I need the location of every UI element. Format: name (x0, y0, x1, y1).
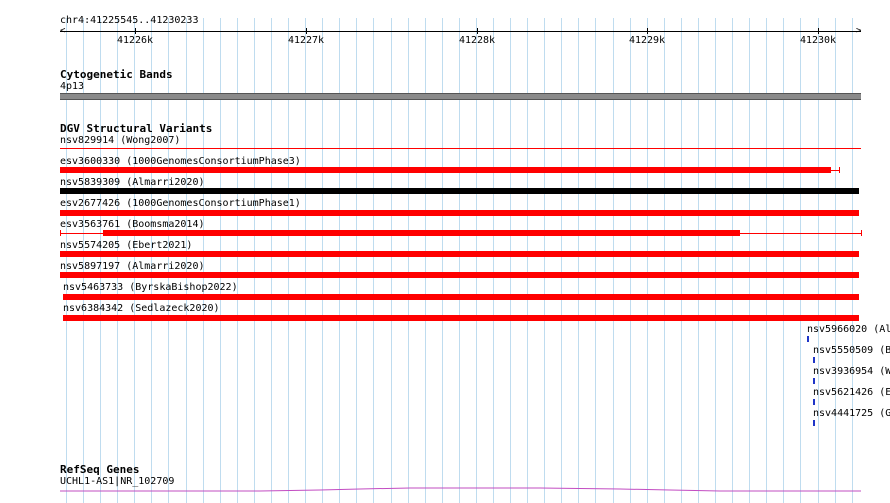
variant-label: esv2677426 (1000GenomesConsortiumPhase1) (60, 198, 301, 209)
ruler-tick-label: 41229k (628, 35, 666, 46)
cytoband-feature[interactable] (60, 93, 861, 100)
ruler-tick-label: 41227k (287, 35, 325, 46)
variant-feature[interactable] (63, 294, 859, 300)
variant-label: nsv5966020 (Al (807, 324, 890, 335)
variant-label: nsv5574205 (Ebert2021) (60, 240, 193, 251)
variant-label: nsv5897197 (Almarri2020) (60, 261, 205, 272)
dgv-track-title[interactable]: DGV Structural Variants (60, 122, 212, 135)
ruler-tick (647, 28, 648, 34)
ruler-tick (477, 28, 478, 34)
ruler-tick (818, 28, 819, 34)
variant-feature[interactable] (63, 315, 859, 321)
variant-feature[interactable] (813, 357, 815, 363)
cytoband-track-title[interactable]: Cytogenetic Bands (60, 68, 173, 81)
variant-feature[interactable] (60, 188, 859, 194)
variant-feature[interactable] (60, 272, 859, 278)
variant-label: nsv5621426 (E (813, 387, 890, 398)
ruler-tick (135, 28, 136, 34)
variant-feature[interactable] (103, 230, 740, 236)
variant-feature-end (60, 230, 61, 236)
variant-label: esv3600330 (1000GenomesConsortiumPhase3) (60, 156, 301, 167)
variant-label: nsv4441725 (G (813, 408, 890, 419)
variant-feature[interactable] (60, 210, 859, 216)
ruler-tick-label: 41228k (458, 35, 496, 46)
variant-feature[interactable] (813, 420, 815, 426)
ruler-right-arrow: > (856, 26, 862, 36)
variant-feature[interactable] (807, 336, 809, 342)
ruler-axis (60, 31, 861, 32)
variant-feature-end (839, 167, 840, 173)
variant-label: nsv5839309 (Almarri2020) (60, 177, 205, 188)
variant-label: nsv5463733 (ByrskaBishop2022) (63, 282, 238, 293)
variant-feature[interactable] (60, 148, 861, 149)
variant-feature[interactable] (813, 378, 815, 384)
variant-label: nsv6384342 (Sedlazeck2020) (63, 303, 220, 314)
variant-label: nsv5550509 (B (813, 345, 890, 356)
variant-label: nsv829914 (Wong2007) (60, 135, 181, 146)
ruler-tick-label: 41230k (799, 35, 837, 46)
variant-feature[interactable] (60, 167, 831, 173)
ruler-tick (306, 28, 307, 34)
ruler-left-arrow: < (60, 26, 66, 36)
variant-feature[interactable] (60, 251, 859, 257)
variant-feature-end (861, 230, 862, 236)
variant-label: nsv3936954 (W (813, 366, 890, 377)
ruler-tick-label: 41226k (116, 35, 154, 46)
variant-label: esv3563761 (Boomsma2014) (60, 219, 205, 230)
cytoband-label: 4p13 (60, 81, 85, 92)
position-label: chr4:41225545..41230233 (60, 15, 199, 26)
refseq-track-title[interactable]: RefSeq Genes (60, 463, 139, 476)
gene-feature[interactable] (60, 484, 861, 494)
variant-feature[interactable] (813, 399, 815, 405)
